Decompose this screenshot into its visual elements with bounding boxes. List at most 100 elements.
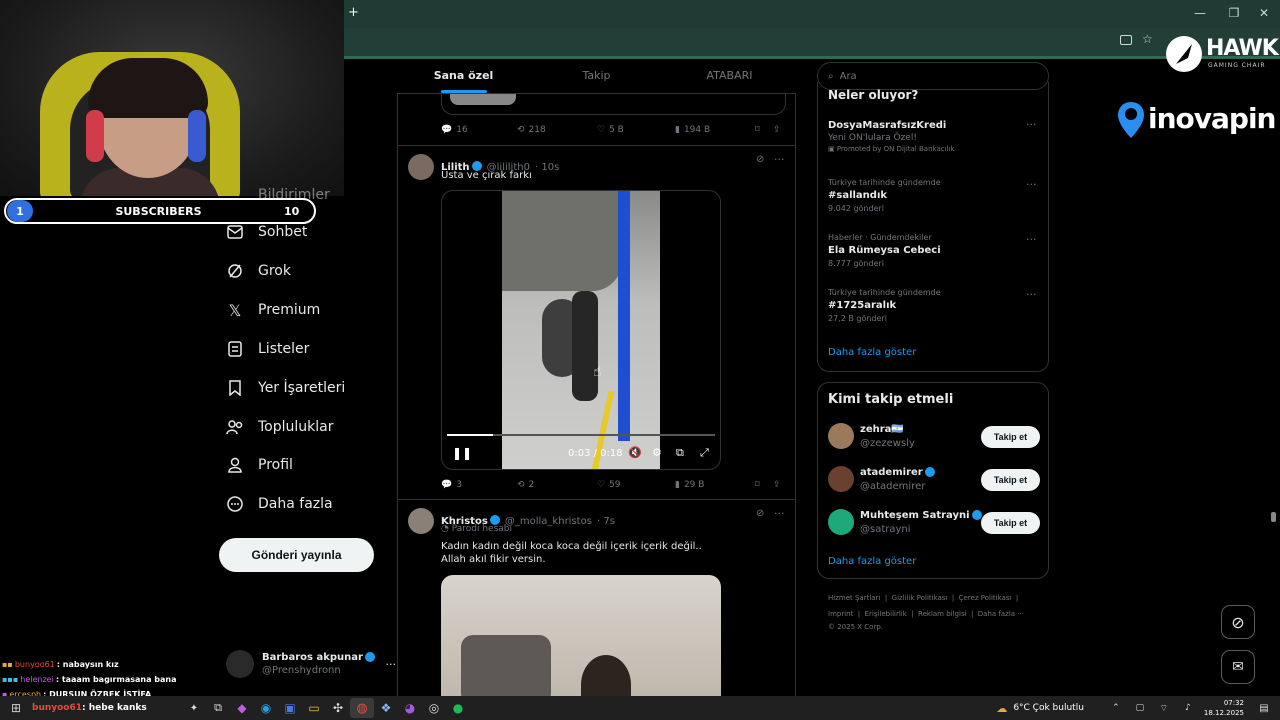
share-button[interactable]: ⇪ [773, 125, 781, 135]
grok-float-button[interactable]: ⊘ [1221, 605, 1255, 639]
search-input[interactable] [839, 70, 1020, 82]
spotify-icon[interactable]: ● [446, 698, 470, 718]
bookmark-button[interactable]: ⌑ [755, 125, 773, 135]
avatar[interactable] [408, 154, 434, 180]
grok-icon: ⊘ [1231, 612, 1245, 632]
verified-badge-icon [924, 467, 935, 477]
weather-text[interactable]: 6°C Çok bulutlu [1013, 703, 1084, 713]
tweet-time[interactable]: · 7s [597, 516, 615, 527]
mute-icon[interactable]: 🔇 [628, 446, 642, 459]
communities-icon [226, 418, 244, 436]
speaker-icon[interactable]: ♪ [1176, 698, 1200, 718]
copilot-app-icon[interactable]: ◆ [230, 698, 254, 718]
pip-icon[interactable]: ⧉ [676, 446, 684, 460]
post-button[interactable]: Gönderi yayınla [219, 538, 374, 572]
tweet-author-handle[interactable]: @_molla_khristos [505, 516, 592, 527]
tab-following[interactable]: Takip [530, 59, 663, 93]
share-button[interactable]: ⇪ [773, 480, 781, 490]
obs-icon[interactable]: ◎ [422, 698, 446, 718]
suggested-user[interactable]: atademirer @atademirer Takip et [828, 466, 1040, 494]
footer-links[interactable]: Imprint | Erişilebilirlik | Reklam bilgi… [828, 610, 1024, 618]
close-window-button[interactable]: ✕ [1254, 6, 1274, 20]
account-more-icon[interactable]: ··· [386, 658, 397, 671]
bookmark-button[interactable]: ⌑ [755, 480, 773, 490]
parody-label-text: Parodi hesabı [451, 524, 512, 534]
app-icon[interactable]: ❖ [374, 698, 398, 718]
chrome-icon[interactable]: ◍ [350, 698, 374, 718]
store-icon[interactable]: ▣ [278, 698, 302, 718]
trend-item[interactable]: Türkiye tarihinde gündemde #1725aralık 2… [828, 288, 1040, 323]
like-button[interactable]: ♡ 59 [597, 480, 675, 490]
app-icon[interactable]: ✣ [326, 698, 350, 718]
show-more-trends-link[interactable]: Daha fazla göster [828, 347, 916, 358]
reply-button[interactable]: 💬 16 [441, 125, 517, 135]
chevron-up-icon[interactable]: ⌃ [1104, 698, 1128, 718]
nav-communities[interactable]: Topluluklar [226, 418, 333, 436]
follow-button[interactable]: Takip et [981, 426, 1040, 448]
repost-button[interactable]: ⟲ 2 [517, 480, 597, 490]
trend-item[interactable]: Türkiye tarihinde gündemde #sallandık 9.… [828, 178, 1040, 213]
tweet-time[interactable]: · 10s [535, 162, 559, 173]
nav-chat[interactable]: Sohbet [226, 223, 307, 241]
nav-more[interactable]: Daha fazla [226, 495, 333, 513]
clock[interactable]: 07:32 18.12.2025 [1204, 698, 1244, 718]
bookmark-star-icon[interactable]: ☆ [1142, 32, 1153, 46]
grok-icon[interactable]: ⊘ [756, 508, 764, 519]
fullscreen-icon[interactable]: ⤢ [700, 446, 709, 460]
hawk-brand-text: HAWK [1206, 36, 1279, 61]
more-options-icon[interactable]: ··· [774, 507, 785, 520]
follow-button[interactable]: Takip et [981, 469, 1040, 491]
repost-button[interactable]: ⟲ 218 [517, 125, 597, 135]
more-options-icon[interactable]: ··· [1026, 288, 1037, 301]
more-options-icon[interactable]: ··· [1026, 233, 1037, 246]
nav-notifications[interactable]: Bildirimler [226, 186, 330, 204]
discord-icon[interactable]: ◕ [398, 698, 422, 718]
more-options-icon[interactable]: ··· [1026, 118, 1037, 131]
show-more-follow-link[interactable]: Daha fazla göster [828, 556, 916, 567]
views-button[interactable]: ▮ 194 B [675, 125, 755, 135]
tab-for-you[interactable]: Sana özel [397, 59, 530, 93]
edge-icon[interactable]: ◉ [254, 698, 278, 718]
tray-icon[interactable]: ▢ [1128, 698, 1152, 718]
copilot-icon[interactable]: ✦ [182, 698, 206, 718]
nav-profile[interactable]: Profil [226, 456, 293, 474]
trend-item[interactable]: Haberler · Gündemdekiler Ela Rümeysa Ceb… [828, 233, 1040, 268]
grok-icon[interactable]: ⊘ [756, 154, 764, 165]
views-button[interactable]: ▮ 29 B [675, 480, 755, 490]
nav-premium[interactable]: 𝕏 Premium [226, 301, 321, 320]
task-view-icon[interactable]: ⧉ [206, 698, 230, 718]
tab-atabari[interactable]: ATABARI [663, 59, 796, 93]
video-player[interactable]: ❚❚ 0:03 / 0:18 🔇 ⚙ ⧉ ⤢ [441, 190, 721, 470]
suggested-user[interactable]: zehra🇦🇷 @zezewsly Takip et [828, 423, 1040, 451]
file-explorer-icon[interactable]: ▭ [302, 698, 326, 718]
nav-bookmarks[interactable]: Yer İşaretleri [226, 379, 345, 397]
new-tab-button[interactable]: + [348, 5, 359, 20]
messages-float-button[interactable]: ✉ [1221, 650, 1255, 684]
avatar [226, 650, 254, 678]
footer-links[interactable]: Hizmet Şartları | Gizlilik Politikası | … [828, 594, 1018, 602]
follow-button[interactable]: Takip et [981, 512, 1040, 534]
promoted-trend[interactable]: DosyaMasrafsızKredi Yeni ON'lulara Özel!… [828, 120, 1040, 153]
view-count: 194 B [683, 125, 711, 135]
notification-icon[interactable]: ▤ [1252, 698, 1276, 718]
windows-start-icon[interactable]: ⊞ [4, 698, 28, 718]
like-button[interactable]: ♡ 5 B [597, 125, 675, 135]
scrollbar-thumb[interactable] [1271, 512, 1276, 522]
install-app-icon[interactable] [1120, 35, 1132, 45]
nav-grok[interactable]: Grok [226, 262, 291, 280]
tweet-image[interactable] [441, 575, 721, 696]
pause-icon[interactable]: ❚❚ [452, 446, 472, 460]
account-switcher[interactable]: Barbaros akpunar @Prenshydronn ··· [226, 649, 396, 679]
nav-lists[interactable]: Listeler [226, 340, 309, 358]
suggested-user[interactable]: Muhteşem Satrayni @satrayni Takip et [828, 509, 1040, 537]
settings-gear-icon[interactable]: ⚙ [652, 446, 662, 459]
chat-badge-icon: ▪▪ [2, 660, 13, 669]
network-icon[interactable]: ⌔ [1152, 698, 1176, 718]
more-options-icon[interactable]: ··· [1026, 178, 1037, 191]
more-options-icon[interactable]: ··· [774, 153, 785, 166]
reply-button[interactable]: 💬 3 [441, 480, 517, 490]
avatar[interactable] [408, 508, 434, 534]
maximize-button[interactable]: ❐ [1224, 6, 1244, 20]
video-seek-track[interactable] [447, 434, 715, 436]
minimize-button[interactable]: — [1190, 6, 1210, 20]
